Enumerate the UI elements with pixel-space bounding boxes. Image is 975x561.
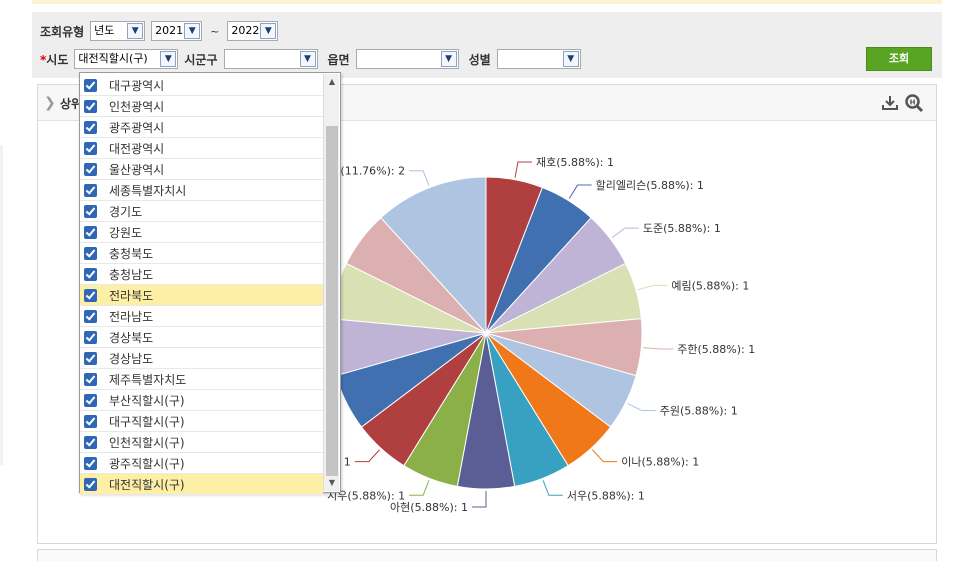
checkbox-checked-icon[interactable]	[84, 414, 97, 428]
pie-label-connector	[409, 480, 430, 496]
checkbox-checked-icon[interactable]	[84, 78, 97, 92]
dropdown-scrollbar[interactable]: ▲ ▼	[323, 74, 339, 491]
pie-slice-label: 재호(5.88%): 1	[536, 156, 614, 169]
sido-option-label: 경상남도	[109, 351, 154, 366]
sido-option-label: 경기도	[109, 204, 143, 219]
checkbox-checked-icon[interactable]	[84, 288, 97, 302]
sido-option-label: 강원도	[109, 225, 143, 240]
scroll-up-arrow-icon[interactable]: ▲	[324, 74, 340, 90]
sido-option-label: 대구광역시	[109, 78, 165, 93]
pie-label-connector	[472, 491, 487, 508]
sido-option[interactable]: 강원도	[80, 222, 323, 243]
sido-option-label: 대구직할시(구)	[109, 414, 185, 429]
sido-option[interactable]: 전라북도	[80, 285, 323, 306]
sido-option[interactable]: 대전광역시	[80, 138, 323, 159]
sido-option[interactable]: 세종특별자치시	[80, 180, 323, 201]
checkbox-checked-icon[interactable]	[84, 162, 97, 176]
checkbox-checked-icon[interactable]	[84, 99, 97, 113]
sido-option-label: 경상북도	[109, 330, 154, 345]
sido-option[interactable]: 울산광역시	[80, 159, 323, 180]
pie-slice-label: 하(11.76%): 2	[330, 164, 405, 178]
checkbox-checked-icon[interactable]	[84, 372, 97, 386]
pie-label-connector	[542, 480, 563, 496]
pie-label-connector	[643, 347, 674, 350]
pie-slice-label: 주원(5.88%): 1	[660, 405, 738, 418]
checkbox-checked-icon[interactable]	[84, 120, 97, 134]
pie-slice-label: 아현(5.88%): 1	[390, 501, 468, 514]
pie-label-connector	[592, 449, 618, 463]
pie-slice-label: 이나(5.88%): 1	[621, 456, 699, 469]
sido-option[interactable]: 인천광역시	[80, 96, 323, 117]
sido-option-label: 대전광역시	[109, 141, 165, 156]
pie-slice-label: 주한(5.88%): 1	[677, 343, 755, 356]
sido-option[interactable]: 대전직할시(구)	[80, 474, 323, 495]
sido-option[interactable]: 대구직할시(구)	[80, 411, 323, 432]
pie-label-connector	[354, 449, 380, 463]
sido-option-label: 인천광역시	[109, 99, 165, 114]
sido-option-label: 제주특별자치도	[109, 372, 187, 387]
sido-option[interactable]: 광주광역시	[80, 117, 323, 138]
sido-option[interactable]: 경기도	[80, 201, 323, 222]
checkbox-checked-icon[interactable]	[84, 351, 97, 365]
pie-slice-label: 예림(5.88%): 1	[671, 279, 749, 292]
sido-option-label: 세종특별자치시	[109, 183, 187, 198]
sido-option[interactable]: 경상남도	[80, 348, 323, 369]
checkbox-checked-icon[interactable]	[84, 141, 97, 155]
sido-option-label: 인천직할시(구)	[109, 435, 185, 450]
scroll-down-arrow-icon[interactable]: ▼	[324, 475, 340, 491]
sido-option-label: 전라남도	[109, 309, 154, 324]
sido-option-label: 충청남도	[109, 267, 154, 282]
checkbox-checked-icon[interactable]	[84, 477, 97, 491]
sido-option[interactable]: 부산직할시(구)	[80, 390, 323, 411]
sido-option[interactable]: 충청북도	[80, 243, 323, 264]
checkbox-checked-icon[interactable]	[84, 267, 97, 281]
checkbox-checked-icon[interactable]	[84, 393, 97, 407]
sido-option[interactable]: 광주직할시(구)	[80, 453, 323, 474]
sido-option-label: 충청북도	[109, 246, 154, 261]
pie-label-connector	[637, 284, 668, 291]
checkbox-checked-icon[interactable]	[84, 183, 97, 197]
pie-label-connector	[611, 227, 639, 239]
pie-label-connector	[409, 170, 430, 186]
sido-option-label: 전라북도	[109, 288, 154, 303]
sido-options: 대구광역시인천광역시광주광역시대전광역시울산광역시세종특별자치시경기도강원도충청…	[80, 75, 323, 495]
checkbox-checked-icon[interactable]	[84, 435, 97, 449]
sido-option-label: 광주직할시(구)	[109, 456, 185, 471]
scroll-thumb[interactable]	[326, 126, 338, 476]
sido-option[interactable]: 경상북도	[80, 327, 323, 348]
sido-option-label: 부산직할시(구)	[109, 393, 185, 408]
sido-option[interactable]: 대구광역시	[80, 75, 323, 96]
sido-option[interactable]: 제주특별자치도	[80, 369, 323, 390]
pie-slice-label: 서우(5.88%): 1	[567, 489, 645, 502]
sido-option[interactable]: 충청남도	[80, 264, 323, 285]
pie-slice-label: 1	[344, 456, 351, 469]
checkbox-checked-icon[interactable]	[84, 225, 97, 239]
pie-label-connector	[627, 402, 656, 412]
checkbox-checked-icon[interactable]	[84, 309, 97, 323]
checkbox-checked-icon[interactable]	[84, 246, 97, 260]
sido-dropdown-list[interactable]: 대구광역시인천광역시광주광역시대전광역시울산광역시세종특별자치시경기도강원도충청…	[79, 72, 341, 495]
sido-option[interactable]: 전라남도	[80, 306, 323, 327]
sido-option[interactable]: 인천직할시(구)	[80, 432, 323, 453]
pie-slice-label: 할리엘리슨(5.88%): 1	[596, 179, 704, 192]
pie-label-connector	[514, 161, 532, 178]
pie-label-connector	[568, 184, 592, 199]
checkbox-checked-icon[interactable]	[84, 330, 97, 344]
checkbox-checked-icon[interactable]	[84, 204, 97, 218]
pie-slice-label: 도준(5.88%): 1	[643, 222, 721, 235]
sido-option-label: 광주광역시	[109, 120, 165, 135]
checkbox-checked-icon[interactable]	[84, 456, 97, 470]
sido-option-label: 대전직할시(구)	[109, 477, 185, 492]
sido-option-label: 울산광역시	[109, 162, 165, 177]
